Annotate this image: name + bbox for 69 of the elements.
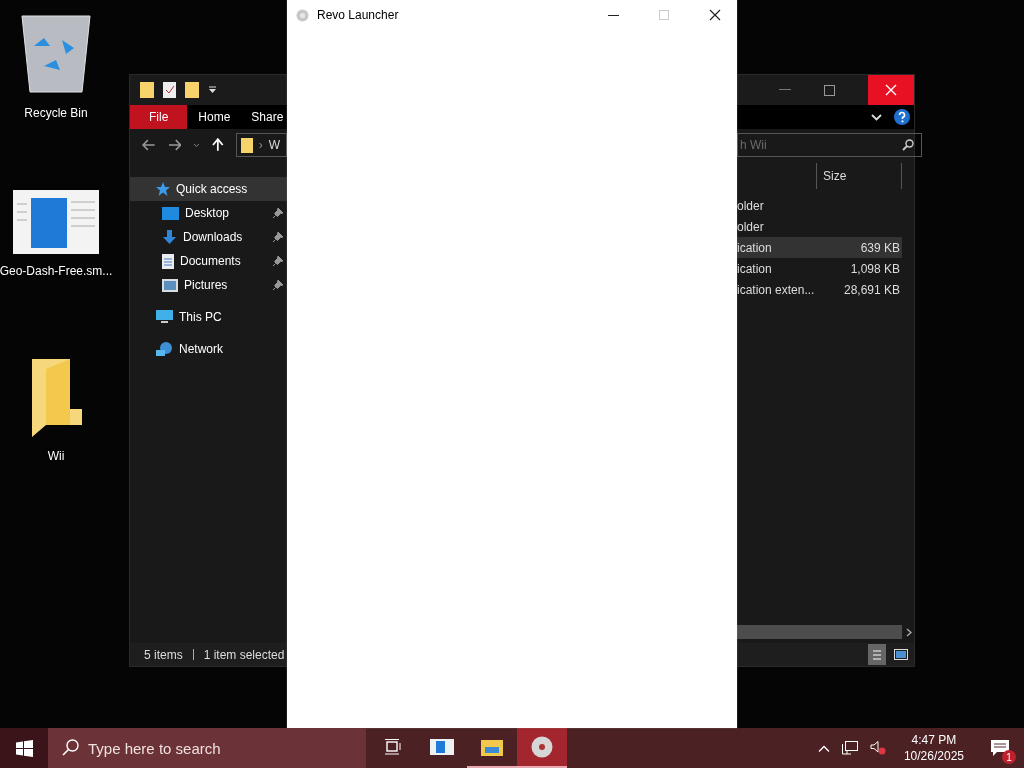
nav-item[interactable]: Downloads <box>130 225 287 249</box>
task-view-icon <box>383 739 401 755</box>
taskbar-app-button[interactable] <box>517 728 567 768</box>
picture-icon <box>162 278 178 292</box>
clock-time[interactable]: 4:47 PM <box>911 733 957 747</box>
muted-speaker-icon[interactable] <box>869 741 886 755</box>
help-icon[interactable] <box>894 109 910 125</box>
close-icon <box>885 84 897 96</box>
ribbon-tab[interactable]: File <box>130 105 188 129</box>
star-icon <box>156 182 170 196</box>
up-arrow-icon[interactable] <box>212 138 224 152</box>
file-row[interactable]: older <box>737 195 902 216</box>
maximize-icon[interactable] <box>824 84 835 96</box>
nav-item[interactable]: Pictures <box>130 273 287 297</box>
network-icon <box>156 341 173 357</box>
ribbon-tab[interactable]: Home <box>187 105 241 129</box>
start-button[interactable] <box>0 728 48 768</box>
app-logo-icon <box>296 8 309 22</box>
desktop-icon-label[interactable]: Wii <box>47 449 65 463</box>
status-text: 5 items <box>144 647 183 662</box>
pin-icon[interactable] <box>273 232 283 242</box>
nav-item[interactable]: This PC <box>130 305 287 329</box>
list-icon <box>873 648 881 661</box>
checkmark-document-icon[interactable] <box>163 82 176 98</box>
pin-icon[interactable] <box>273 256 283 266</box>
windows-logo-icon <box>15 739 33 757</box>
nav-item[interactable]: Desktop <box>130 201 287 225</box>
horizontal-scrollbar[interactable] <box>737 625 912 639</box>
search-field[interactable]: h Wii <box>737 133 922 157</box>
pin-icon[interactable] <box>273 280 283 290</box>
dropdown-icon[interactable] <box>208 86 217 94</box>
file-row[interactable]: ication exten... 28,691 KB <box>737 279 902 300</box>
nav-item[interactable]: Network <box>130 337 287 361</box>
minimize-icon[interactable] <box>608 14 619 16</box>
desktop-icon-label[interactable]: Geo-Dash-Free.sm... <box>0 264 113 278</box>
nav-item[interactable]: Quick access <box>130 177 287 201</box>
notification-badge: 1 <box>1002 750 1016 764</box>
details-view-button[interactable] <box>868 644 886 665</box>
desktop-icon-label[interactable]: Recycle Bin <box>24 106 88 120</box>
address-bar[interactable]: › W <box>235 133 287 157</box>
folder-icon <box>240 137 253 153</box>
file-row[interactable]: ication 1,098 KB <box>737 258 902 279</box>
window-icon <box>430 739 454 755</box>
search-icon[interactable] <box>902 139 914 151</box>
chevron-up-icon[interactable] <box>817 744 830 752</box>
network-icon[interactable] <box>841 741 858 755</box>
download-arrow-icon <box>162 229 177 245</box>
close-icon[interactable] <box>709 9 721 21</box>
folder-icon <box>481 738 503 756</box>
chevron-right-icon[interactable] <box>906 627 912 637</box>
nav-item[interactable]: Documents <box>130 249 287 273</box>
document-thumbnail-icon[interactable] <box>13 190 99 254</box>
clock-date[interactable]: 10/26/2025 <box>903 749 964 763</box>
ribbon-tab[interactable]: Share <box>240 105 284 129</box>
document-icon <box>162 253 174 269</box>
status-text: 1 item selected <box>203 647 285 662</box>
file-row[interactable]: older <box>737 216 902 237</box>
taskbar-search-field[interactable]: Type here to search <box>48 728 366 768</box>
back-arrow-icon[interactable] <box>142 139 156 151</box>
window-title: Revo Launcher <box>317 8 399 22</box>
disc-icon <box>531 736 553 758</box>
file-row[interactable]: ication 639 KB <box>737 237 902 258</box>
column-header[interactable]: Size <box>816 163 902 189</box>
notification-icon[interactable] <box>991 740 1009 756</box>
monitor-icon <box>156 310 173 324</box>
desktop-icon <box>162 206 179 220</box>
large-icons-view-icon[interactable] <box>894 649 908 660</box>
pin-icon[interactable] <box>273 208 283 218</box>
forward-arrow-icon[interactable] <box>167 139 182 151</box>
